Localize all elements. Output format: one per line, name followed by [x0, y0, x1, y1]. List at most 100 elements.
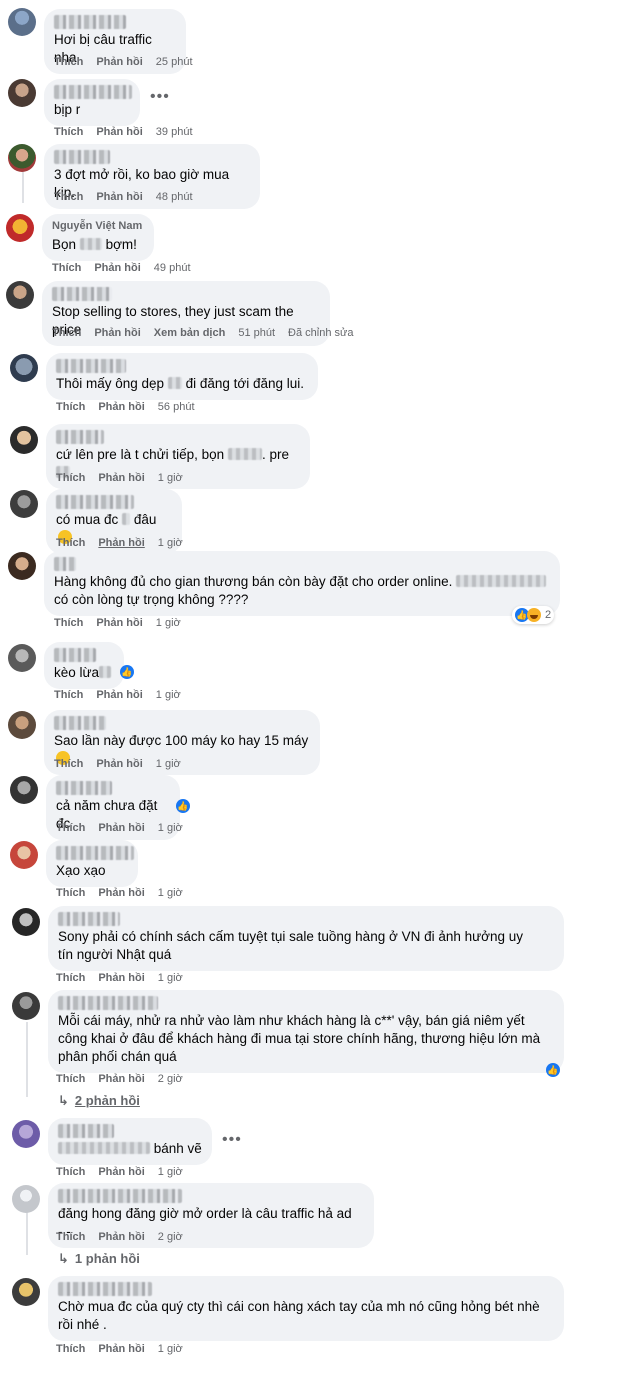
- like-link[interactable]: Thích: [54, 56, 83, 68]
- view-replies-link[interactable]: ↳ 1 phản hồi: [58, 1251, 140, 1267]
- reply-link[interactable]: Phản hồi: [96, 56, 142, 68]
- avatar[interactable]: [10, 426, 38, 454]
- like-link[interactable]: Thích: [54, 126, 83, 138]
- avatar[interactable]: [8, 144, 36, 172]
- timestamp[interactable]: 25 phút: [156, 56, 193, 68]
- like-link[interactable]: Thích: [56, 887, 85, 899]
- like-link[interactable]: Thích: [54, 758, 83, 770]
- author-name[interactable]: [54, 716, 106, 730]
- author-name[interactable]: [56, 846, 134, 860]
- reply-link[interactable]: Phản hồi: [98, 822, 144, 834]
- timestamp[interactable]: 1 giờ: [156, 689, 181, 701]
- reply-link[interactable]: Phản hồi: [98, 972, 144, 984]
- like-reaction-icon[interactable]: 👍: [546, 1063, 560, 1077]
- timestamp[interactable]: 1 giờ: [158, 1166, 183, 1178]
- author-name[interactable]: [58, 1282, 152, 1296]
- like-link[interactable]: Thích: [56, 1231, 85, 1243]
- avatar[interactable]: [8, 8, 36, 36]
- avatar[interactable]: [12, 992, 40, 1020]
- timestamp[interactable]: 1 giờ: [156, 617, 181, 629]
- like-link[interactable]: Thích: [52, 262, 81, 274]
- author-name[interactable]: [56, 781, 112, 795]
- like-link[interactable]: Thích: [54, 689, 83, 701]
- timestamp[interactable]: 1 giờ: [158, 1343, 183, 1355]
- timestamp[interactable]: 1 giờ: [158, 887, 183, 899]
- avatar[interactable]: [10, 776, 38, 804]
- avatar[interactable]: [8, 711, 36, 739]
- avatar[interactable]: [12, 908, 40, 936]
- timestamp[interactable]: 51 phút: [238, 327, 275, 339]
- like-link[interactable]: Thích: [56, 1073, 85, 1085]
- reply-link[interactable]: Phản hồi: [98, 1343, 144, 1355]
- timestamp[interactable]: 1 giờ: [158, 822, 183, 834]
- author-name[interactable]: [58, 1124, 114, 1138]
- author-name[interactable]: [54, 648, 96, 662]
- like-reaction-icon[interactable]: 👍: [120, 665, 134, 679]
- comment-bubble: bánh vẽ: [48, 1118, 212, 1165]
- more-options-icon[interactable]: •••: [222, 1131, 242, 1149]
- avatar[interactable]: [6, 214, 34, 242]
- reply-link[interactable]: Phản hồi: [94, 262, 140, 274]
- avatar[interactable]: [10, 354, 38, 382]
- reply-link[interactable]: Phản hồi: [96, 191, 142, 203]
- avatar[interactable]: [10, 841, 38, 869]
- author-name[interactable]: Nguyễn Việt Nam: [52, 220, 144, 234]
- avatar[interactable]: [12, 1185, 40, 1213]
- reaction-summary[interactable]: 👍 2: [512, 606, 555, 624]
- reply-link[interactable]: Phản hồi: [98, 1166, 144, 1178]
- like-link[interactable]: Thích: [54, 617, 83, 629]
- more-options-icon[interactable]: •••: [150, 88, 170, 106]
- see-translation-link[interactable]: Xem bản dịch: [154, 327, 226, 339]
- avatar[interactable]: [12, 1120, 40, 1148]
- author-name[interactable]: [56, 495, 134, 509]
- reply-link[interactable]: Phản hồi: [96, 126, 142, 138]
- reply-link[interactable]: Phản hồi: [98, 1073, 144, 1085]
- author-name[interactable]: [58, 996, 158, 1010]
- reply-link[interactable]: Phản hồi: [98, 401, 144, 413]
- author-name[interactable]: [56, 430, 104, 444]
- author-name[interactable]: [54, 150, 110, 164]
- avatar[interactable]: [8, 552, 36, 580]
- avatar[interactable]: [10, 490, 38, 518]
- reply-link[interactable]: Phản hồi: [98, 472, 144, 484]
- like-link[interactable]: Thích: [52, 327, 81, 339]
- author-name[interactable]: [58, 912, 120, 926]
- reply-link[interactable]: Phản hồi: [96, 758, 142, 770]
- timestamp[interactable]: 39 phút: [156, 126, 193, 138]
- timestamp[interactable]: 56 phút: [158, 401, 195, 413]
- timestamp[interactable]: 2 giờ: [158, 1073, 183, 1085]
- like-link[interactable]: Thích: [56, 401, 85, 413]
- author-name[interactable]: [52, 287, 112, 301]
- reply-link[interactable]: Phản hồi: [98, 887, 144, 899]
- timestamp[interactable]: 48 phút: [156, 191, 193, 203]
- like-reaction-icon[interactable]: 👍: [176, 799, 190, 813]
- like-link[interactable]: Thích: [54, 191, 83, 203]
- avatar[interactable]: [8, 79, 36, 107]
- like-link[interactable]: Thích: [56, 472, 85, 484]
- timestamp[interactable]: 1 giờ: [158, 972, 183, 984]
- like-link[interactable]: Thích: [56, 972, 85, 984]
- avatar[interactable]: [6, 281, 34, 309]
- reply-link[interactable]: Phản hồi: [98, 1231, 144, 1243]
- author-name[interactable]: [54, 557, 76, 571]
- timestamp[interactable]: 2 giờ: [158, 1231, 183, 1243]
- author-name[interactable]: [54, 15, 126, 29]
- reply-link[interactable]: Phản hồi: [96, 617, 142, 629]
- avatar[interactable]: [8, 644, 36, 672]
- view-replies-link[interactable]: ↳ 2 phản hồi: [58, 1093, 140, 1109]
- timestamp[interactable]: 49 phút: [154, 262, 191, 274]
- like-link[interactable]: Thích: [56, 1166, 85, 1178]
- like-link[interactable]: Thích: [56, 822, 85, 834]
- like-link[interactable]: Thích: [56, 1343, 85, 1355]
- timestamp[interactable]: 1 giờ: [158, 537, 183, 549]
- timestamp[interactable]: 1 giờ: [158, 472, 183, 484]
- reply-link[interactable]: Phản hồi: [96, 689, 142, 701]
- reply-link[interactable]: Phản hồi: [98, 537, 144, 549]
- avatar[interactable]: [12, 1278, 40, 1306]
- like-link[interactable]: Thích: [56, 537, 85, 549]
- reply-link[interactable]: Phản hồi: [94, 327, 140, 339]
- author-name[interactable]: [58, 1189, 182, 1203]
- author-name[interactable]: [54, 85, 132, 99]
- author-name[interactable]: [56, 359, 126, 373]
- timestamp[interactable]: 1 giờ: [156, 758, 181, 770]
